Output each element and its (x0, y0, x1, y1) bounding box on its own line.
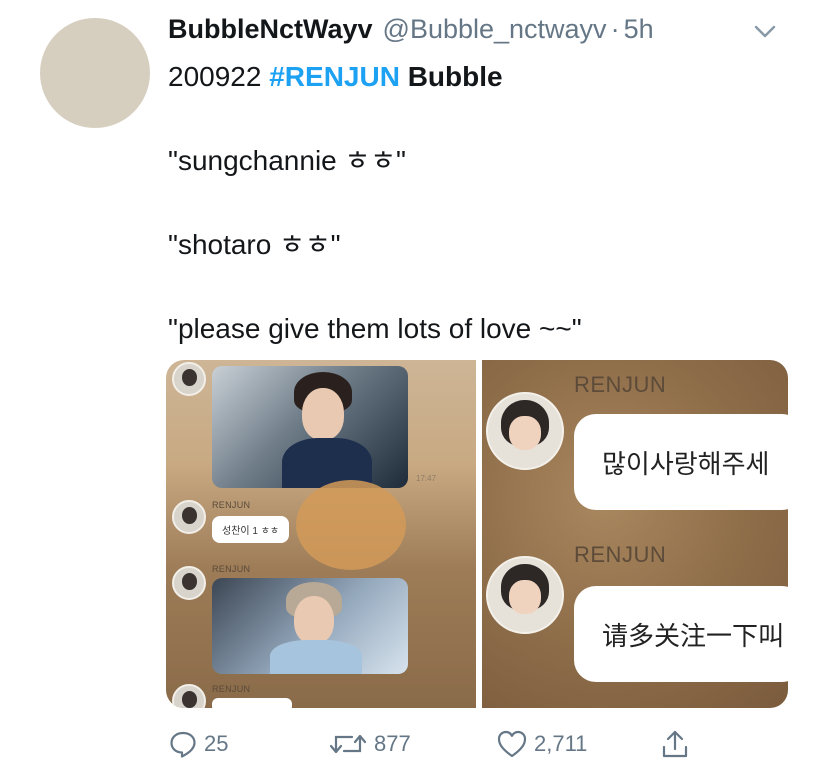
chevron-down-icon[interactable] (752, 22, 778, 42)
tweet-actions: 25 877 2,711 (168, 726, 728, 762)
separator-dot: · (610, 14, 620, 44)
retweet-icon (328, 729, 368, 759)
reply-icon (168, 729, 198, 759)
media-image-right[interactable]: RENJUN 많이사랑해주세 RENJUN 请多关注一下叫 (482, 360, 788, 708)
reply-button[interactable]: 25 (168, 729, 228, 759)
share-icon (660, 728, 690, 760)
chat-bubble: 성찬이 1 ㅎㅎ (212, 516, 290, 543)
chat-sender-name: RENJUN (574, 542, 667, 567)
chat-avatar (172, 500, 206, 534)
like-button[interactable]: 2,711 (496, 729, 587, 759)
chat-bubble: 많이사랑해주세 (574, 414, 788, 510)
chat-avatar (486, 392, 564, 470)
chat-sender-name: RENJUN (212, 500, 251, 510)
chat-avatar (172, 362, 206, 396)
hashtag-link[interactable]: #RENJUN (269, 61, 400, 92)
profile-avatar[interactable] (40, 18, 150, 128)
reply-count: 25 (204, 731, 229, 756)
share-button[interactable] (660, 728, 690, 760)
chat-bubble (212, 698, 292, 708)
like-icon (496, 729, 528, 759)
chat-avatar (172, 566, 206, 600)
chat-avatar (486, 556, 564, 634)
tweet-quote-3: "please give them lots of love ~~" (168, 313, 582, 344)
chat-avatar (172, 684, 206, 708)
tweet-bubble-word: Bubble (407, 61, 503, 92)
media-image-left[interactable]: 17:47 RENJUN 성찬이 1 ㅎㅎ RENJUN RENJUN (166, 360, 476, 708)
display-name[interactable]: BubbleNctWayv (168, 14, 373, 45)
tweet-timestamp[interactable]: 5h (624, 14, 654, 45)
retweet-count: 877 (374, 731, 411, 756)
cat-photo (296, 480, 406, 570)
like-count: 2,711 (534, 731, 588, 756)
chat-sender-name: RENJUN (212, 684, 251, 694)
tweet-line-1: 200922 #RENJUN Bubble (168, 58, 788, 96)
chat-sender-name: RENJUN (212, 564, 251, 574)
chat-timestamp: 17:47 (416, 474, 437, 483)
retweet-button[interactable]: 877 (328, 729, 411, 759)
tweet-quote-2: "shotaro ㅎㅎ" (168, 229, 341, 260)
tweet-header: BubbleNctWayv @Bubble_nctwayv · 5h (168, 14, 788, 54)
tweet-date: 200922 (168, 61, 262, 92)
user-handle[interactable]: @Bubble_nctwayv (383, 14, 607, 45)
tweet-media[interactable]: 17:47 RENJUN 성찬이 1 ㅎㅎ RENJUN RENJUN RENJ… (166, 360, 788, 708)
tweet-body: 200922 #RENJUN Bubble "sungchannie ㅎㅎ" "… (168, 58, 788, 394)
chat-bubble: 请多关注一下叫 (574, 586, 788, 682)
tweet-quote-1: "sungchannie ㅎㅎ" (168, 145, 406, 176)
chat-sender-name: RENJUN (574, 372, 667, 397)
photo-card (212, 366, 408, 488)
photo-card (212, 578, 408, 674)
